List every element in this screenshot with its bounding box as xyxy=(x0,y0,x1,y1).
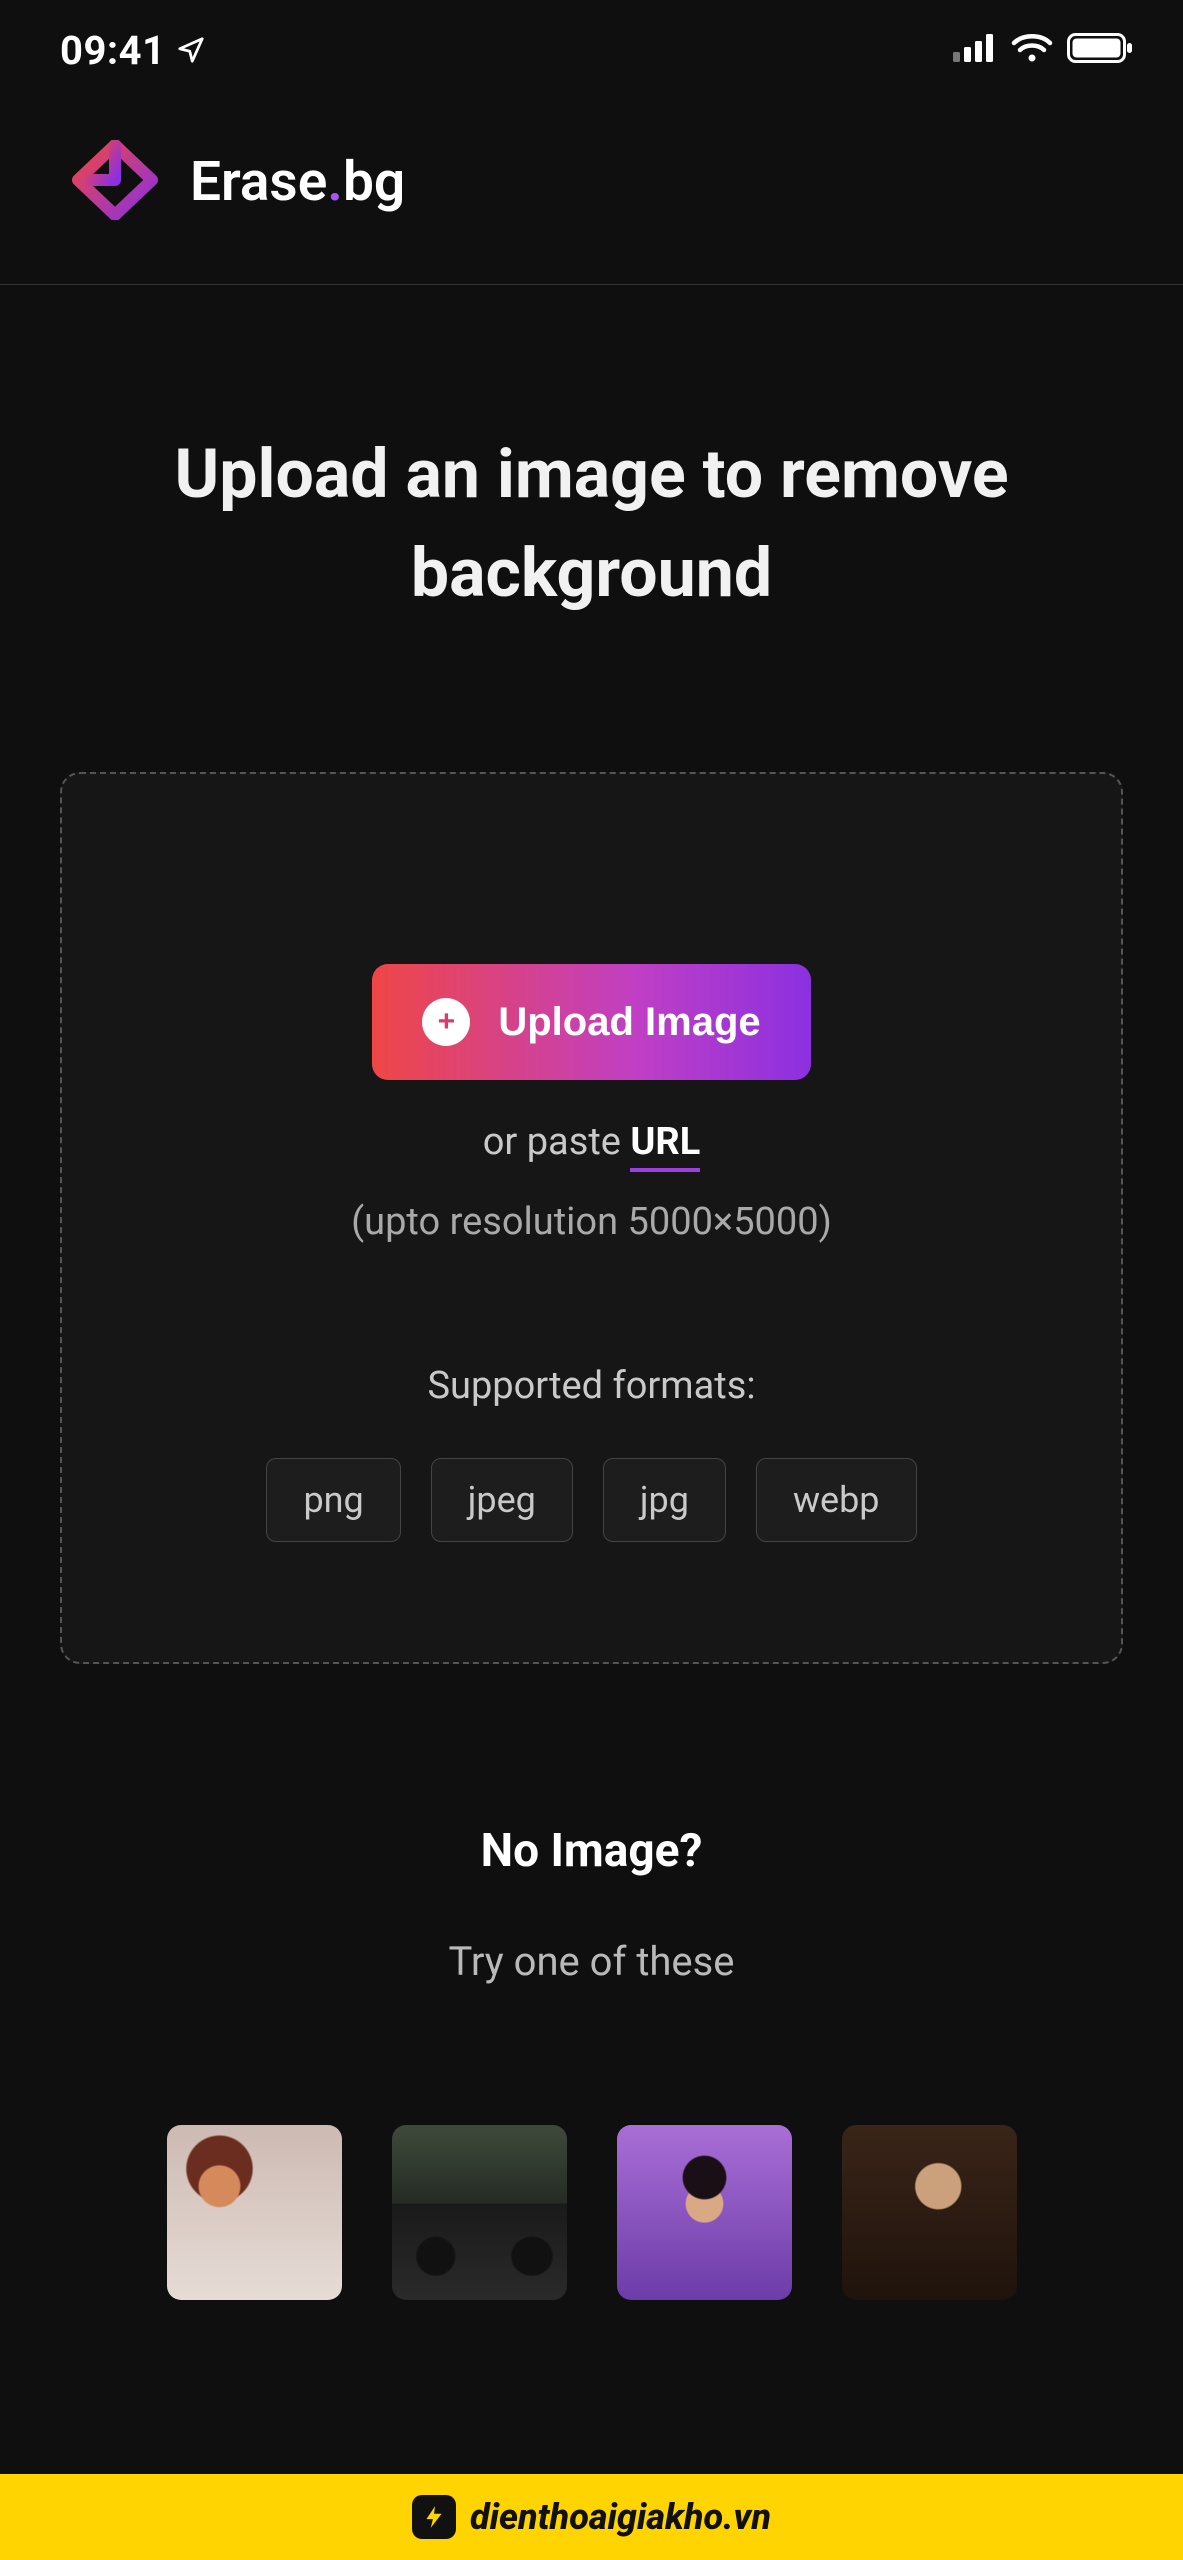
format-chip-jpg: jpg xyxy=(603,1458,726,1542)
upload-dropzone[interactable]: + Upload Image or paste URL (upto resolu… xyxy=(60,772,1123,1664)
upload-image-button[interactable]: + Upload Image xyxy=(372,964,810,1080)
try-one-text: Try one of these xyxy=(50,1938,1133,1985)
main-content: Upload an image to remove background + U… xyxy=(0,285,1183,2300)
status-bar: 09:41 xyxy=(0,0,1183,100)
brand-name-dot: . xyxy=(327,150,343,214)
brand-logo-icon xyxy=(70,140,160,224)
paste-url-line: or paste URL xyxy=(102,1120,1081,1164)
footer-text: dienthoaigiakho.vn xyxy=(470,2496,771,2538)
status-left: 09:41 xyxy=(60,27,206,74)
footer-banner: dienthoaigiakho.vn xyxy=(0,2474,1183,2560)
no-image-title: No Image? xyxy=(50,1824,1133,1878)
format-chip-webp: webp xyxy=(756,1458,917,1542)
format-list: png jpeg jpg webp xyxy=(102,1458,1081,1542)
status-right xyxy=(953,33,1133,67)
brand-name: Erase.bg xyxy=(190,150,405,214)
sample-thumb-3[interactable] xyxy=(617,2125,792,2300)
page-title: Upload an image to remove background xyxy=(50,425,1133,622)
plus-icon: + xyxy=(422,998,470,1046)
format-chip-jpeg: jpeg xyxy=(431,1458,573,1542)
brand-name-post: bg xyxy=(343,150,405,214)
footer-logo-icon xyxy=(412,2495,456,2539)
app-header: Erase.bg xyxy=(0,100,1183,285)
status-time: 09:41 xyxy=(60,27,166,74)
brand-name-pre: Erase xyxy=(190,150,327,214)
format-chip-png: png xyxy=(266,1458,400,1542)
sample-thumb-1[interactable] xyxy=(167,2125,342,2300)
resolution-note: (upto resolution 5000×5000) xyxy=(102,1200,1081,1244)
wifi-icon xyxy=(1011,33,1053,67)
sample-thumb-2[interactable] xyxy=(392,2125,567,2300)
battery-icon xyxy=(1067,33,1133,67)
paste-prefix: or paste xyxy=(483,1120,631,1164)
cellular-icon xyxy=(953,34,997,66)
sample-row xyxy=(50,2125,1133,2300)
supported-formats-label: Supported formats: xyxy=(102,1364,1081,1408)
sample-thumb-4[interactable] xyxy=(842,2125,1017,2300)
no-image-section: No Image? Try one of these xyxy=(50,1824,1133,2300)
upload-button-label: Upload Image xyxy=(498,1000,760,1045)
paste-url-link[interactable]: URL xyxy=(630,1120,700,1172)
location-icon xyxy=(176,35,206,65)
